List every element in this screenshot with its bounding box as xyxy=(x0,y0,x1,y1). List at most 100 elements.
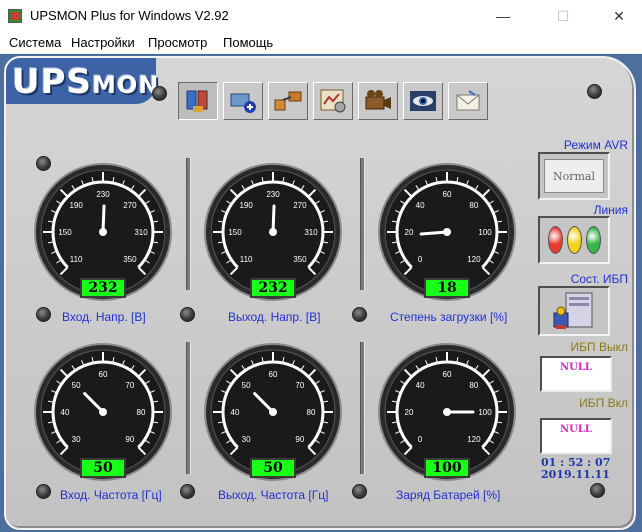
gauge-tick-label: 50 xyxy=(242,381,251,390)
mail-icon xyxy=(456,90,480,111)
gauge-output-voltage: 110 150 190 230 270 310 350 232 xyxy=(204,162,344,310)
gauge-tick-label: 90 xyxy=(295,435,304,444)
gauge-label-output-voltage: Выход. Напр. [В] xyxy=(228,310,321,324)
menu-bar: Система Настройки Просмотр Помощь xyxy=(0,32,642,54)
logo-band: UPSMON xyxy=(6,58,159,104)
gauge-tick-label: 40 xyxy=(61,408,70,417)
ups-off-label: ИБП Выкл xyxy=(570,340,628,354)
screw-icon xyxy=(352,307,367,322)
screw-icon xyxy=(590,483,605,498)
ups-on-label: ИБП Вкл xyxy=(579,396,628,410)
gauge-tick-label: 20 xyxy=(405,228,414,237)
gauge-tick-label: 350 xyxy=(293,255,307,264)
gauge-tick-label: 310 xyxy=(304,228,318,237)
gauge-readout: 232 xyxy=(80,278,126,298)
gauge-tick-label: 70 xyxy=(125,381,134,390)
screw-icon xyxy=(352,484,367,499)
gauge-tick-label: 230 xyxy=(96,190,110,199)
gauge-battery-charge: 0 20 40 60 80 100 120 100 xyxy=(378,342,518,490)
tool-button-schedule[interactable] xyxy=(313,82,353,120)
gauge-tick-label: 110 xyxy=(240,255,253,264)
tool-button-add-device[interactable] xyxy=(223,82,263,120)
yellow-led-icon xyxy=(566,226,582,254)
minimize-button[interactable]: — xyxy=(480,0,526,32)
camera-icon xyxy=(365,90,391,110)
green-led-icon xyxy=(585,226,601,254)
gauge-label-load-level: Степень загрузки [%] xyxy=(390,310,508,324)
gauge-tick-label: 60 xyxy=(269,370,278,379)
tool-button-settings[interactable] xyxy=(178,82,218,120)
gauge-label-input-frequency: Вход. Частота [Гц] xyxy=(60,488,162,502)
screw-icon xyxy=(180,307,195,322)
gauge-tick-label: 90 xyxy=(125,435,134,444)
gauge-tick-label: 150 xyxy=(58,228,72,237)
gauge-input-frequency: 30 40 50 60 70 80 90 50 xyxy=(34,342,174,490)
gauge-tick-label: 70 xyxy=(295,381,304,390)
line-indicator-panel xyxy=(538,216,610,264)
screw-icon xyxy=(587,84,602,99)
tool-button-camera[interactable] xyxy=(358,82,398,120)
menu-view[interactable]: Просмотр xyxy=(148,35,207,50)
upsmon-logo: UPSMON xyxy=(12,62,159,102)
gauge-tick-label: 0 xyxy=(418,435,423,444)
gauge-tick-label: 230 xyxy=(266,190,280,199)
menu-help[interactable]: Помощь xyxy=(223,35,273,50)
gauge-readout: 18 xyxy=(424,278,470,298)
eye-icon xyxy=(410,91,436,111)
gauge-tick-label: 80 xyxy=(469,201,478,210)
gauge-tick-label: 40 xyxy=(231,408,240,417)
gauge-input-voltage: 110 150 190 230 270 310 350 232 xyxy=(34,162,174,310)
gauge-tick-label: 150 xyxy=(228,228,242,237)
gauge-tick-label: 120 xyxy=(467,255,481,264)
gauge-readout: 232 xyxy=(250,278,296,298)
gauge-readout: 50 xyxy=(80,458,126,478)
tools-icon xyxy=(186,90,208,112)
menu-settings[interactable]: Настройки xyxy=(71,35,135,50)
gauge-output-frequency: 30 40 50 60 70 80 90 50 xyxy=(204,342,344,490)
computer-ups-icon xyxy=(553,292,593,329)
schedule-icon xyxy=(320,89,346,113)
tool-button-monitor[interactable] xyxy=(403,82,443,120)
logo-text-big: UPS xyxy=(12,62,93,102)
ups-on-value: NULL xyxy=(540,418,612,454)
divider xyxy=(186,158,191,290)
ups-state-button[interactable] xyxy=(538,286,610,336)
screw-icon xyxy=(152,86,167,101)
gauge-tick-label: 50 xyxy=(72,381,81,390)
gauge-tick-label: 100 xyxy=(478,408,492,417)
avr-mode-label: Режим AVR xyxy=(563,138,628,152)
gauge-tick-label: 100 xyxy=(478,228,492,237)
gauge-tick-label: 110 xyxy=(70,255,83,264)
menu-system[interactable]: Система xyxy=(9,35,61,50)
gauge-tick-label: 270 xyxy=(123,201,137,210)
tool-button-mail[interactable] xyxy=(448,82,488,120)
gauge-label-input-voltage: Вход. Напр. [В] xyxy=(62,310,146,324)
maximize-button[interactable]: ☐ xyxy=(540,0,586,32)
ups-off-value: NULL xyxy=(540,356,612,392)
gauge-tick-label: 60 xyxy=(443,370,452,379)
title-bar: UPSMON Plus for Windows V2.92 — ☐ ✕ xyxy=(0,0,642,32)
client-area: UPSMON 110 150 190 230 270 310 350 232 1… xyxy=(0,54,642,532)
gauge-label-output-frequency: Выход. Частота [Гц] xyxy=(218,488,329,502)
divider xyxy=(360,342,365,474)
network-icon xyxy=(274,91,302,111)
line-label: Линия xyxy=(593,203,628,217)
add-device-icon xyxy=(230,93,256,113)
tool-button-network[interactable] xyxy=(268,82,308,120)
gauge-readout: 50 xyxy=(250,458,296,478)
gauge-tick-label: 60 xyxy=(443,190,452,199)
red-led-icon xyxy=(547,226,563,254)
app-icon[interactable] xyxy=(8,9,22,23)
divider xyxy=(186,342,191,474)
gauge-tick-label: 0 xyxy=(418,255,423,264)
close-button[interactable]: ✕ xyxy=(596,0,642,32)
gauge-tick-label: 80 xyxy=(469,381,478,390)
gauge-tick-label: 80 xyxy=(137,408,146,417)
logo-text-small: MON xyxy=(92,71,160,99)
gauge-readout: 100 xyxy=(424,458,470,478)
gauge-tick-label: 30 xyxy=(242,435,251,444)
gauge-tick-label: 20 xyxy=(405,408,414,417)
gauge-tick-label: 40 xyxy=(416,201,425,210)
gauge-tick-label: 190 xyxy=(239,201,253,210)
gauge-tick-label: 270 xyxy=(293,201,307,210)
